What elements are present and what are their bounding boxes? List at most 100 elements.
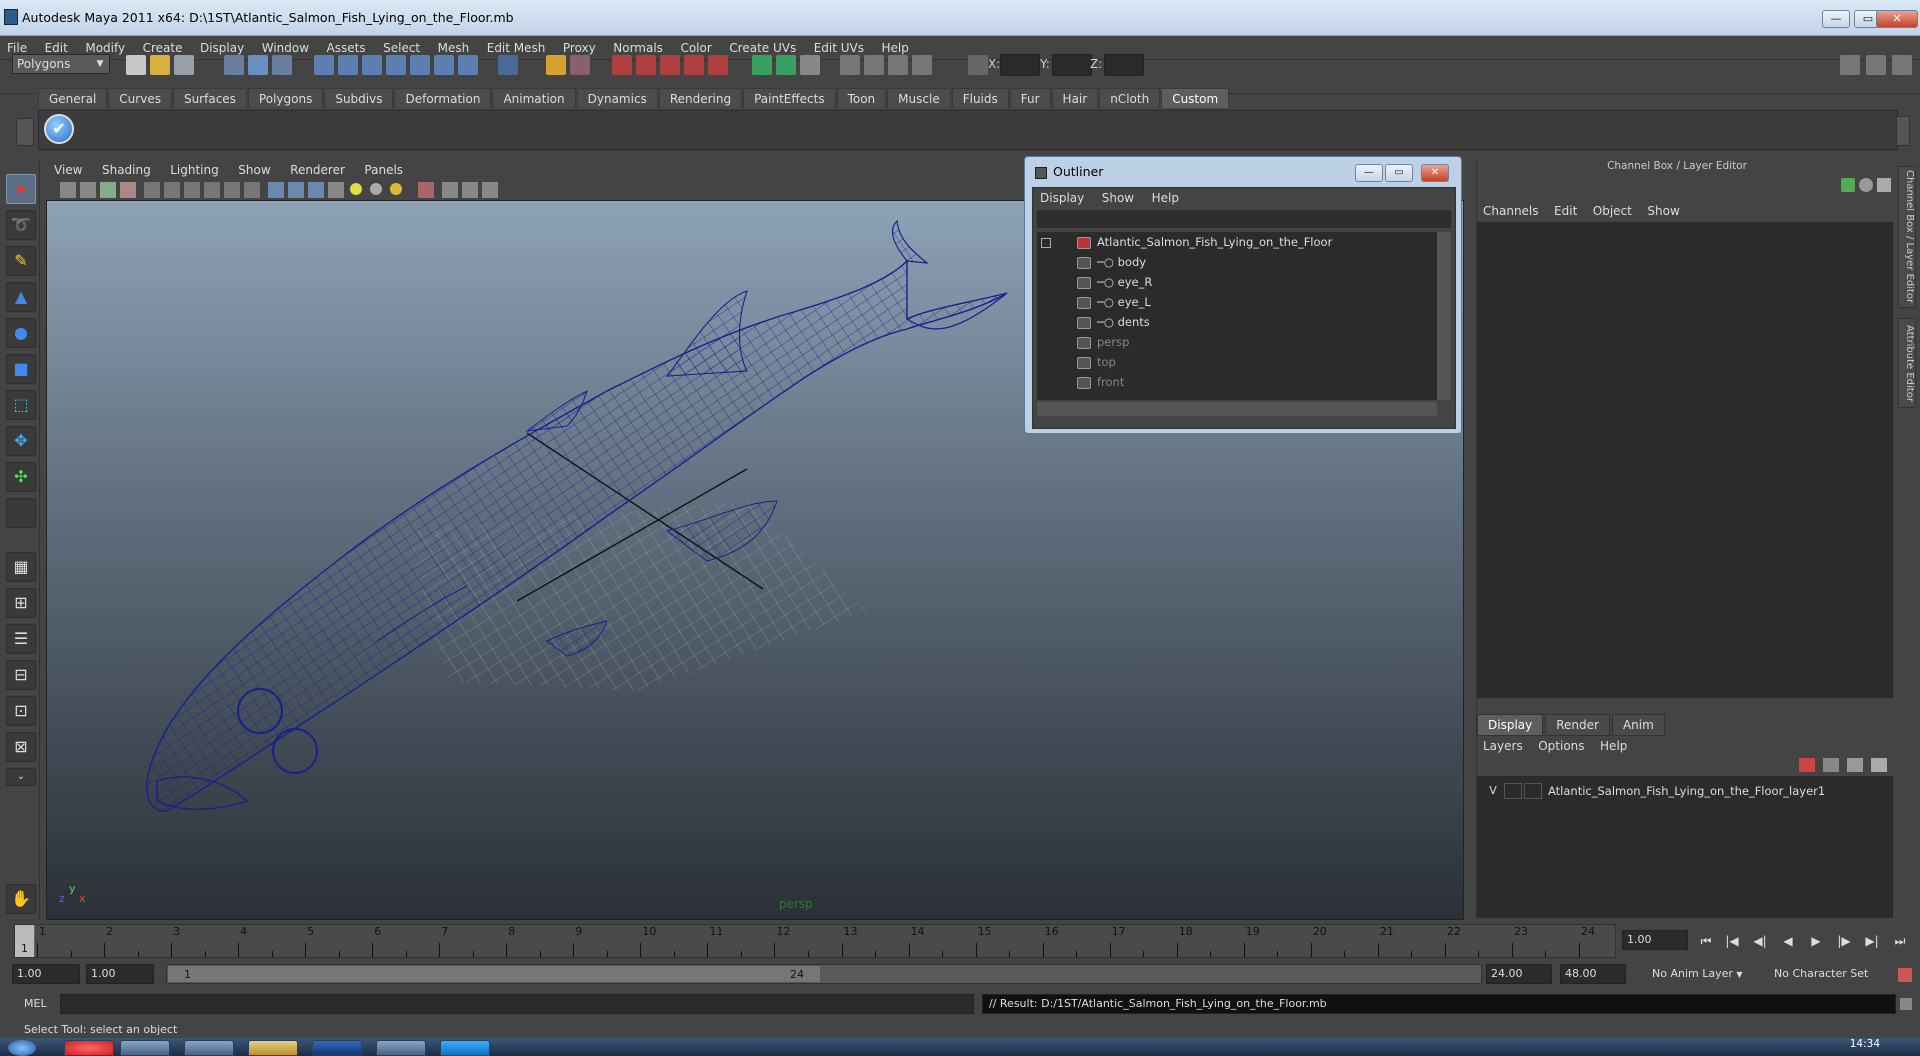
settings-icon[interactable] [1859, 178, 1873, 192]
xray-joints-icon[interactable] [462, 182, 478, 198]
move-tool[interactable]: ▲ [6, 282, 36, 312]
film-gate-icon[interactable] [164, 182, 180, 198]
ipr-render-icon[interactable] [636, 55, 656, 75]
shelf-tab-general[interactable]: General [38, 88, 108, 108]
new-empty-layer-icon[interactable] [1799, 758, 1815, 772]
playback-start-field[interactable]: 1.00 [86, 964, 154, 984]
channel-menu-edit[interactable]: Edit [1548, 202, 1583, 220]
lock-icon[interactable] [546, 55, 566, 75]
shelf-tab-rendering[interactable]: Rendering [658, 88, 743, 108]
character-set-dropdown[interactable]: No Character Set [1770, 964, 1890, 984]
shelf-tab-fluids[interactable]: Fluids [951, 88, 1009, 108]
script-editor-icon[interactable] [1900, 998, 1912, 1010]
help-query-icon[interactable] [498, 55, 518, 75]
step-back-key-button[interactable]: |◀ [1722, 932, 1742, 950]
hypershade-icon[interactable] [684, 55, 704, 75]
time-slider[interactable]: 1 1 2 3 4 5 6 7 8 9 10 11 12 13 14 15 16 17 18 19 20 21 22 23 2… [14, 924, 1616, 958]
shelf-tab-custom[interactable]: Custom [1161, 88, 1230, 108]
outliner-menu-help[interactable]: Help [1145, 188, 1186, 208]
play-forward-button[interactable]: ▶ [1806, 932, 1826, 950]
checkmark-icon[interactable]: ✔ [44, 114, 74, 144]
scale-tool[interactable]: ■ [6, 354, 36, 384]
layer-playback-toggle[interactable] [1504, 783, 1522, 799]
key-icon[interactable] [1841, 178, 1855, 192]
outliner-vertical-scrollbar[interactable] [1437, 232, 1451, 400]
high-quality-icon[interactable] [390, 183, 402, 195]
render-view-icon[interactable] [708, 55, 728, 75]
layer-menu-layers[interactable]: Layers [1477, 736, 1529, 756]
light-icon[interactable] [888, 55, 908, 75]
current-frame-marker[interactable]: 1 [15, 925, 35, 957]
snap-plane-icon[interactable] [386, 55, 406, 75]
shelf-tab-painteffects[interactable]: PaintEffects [743, 88, 836, 108]
outliner-maximize-button[interactable]: ▭ [1385, 164, 1413, 182]
history-icon[interactable] [434, 55, 454, 75]
safe-action-icon[interactable] [244, 182, 260, 198]
layout-four-button[interactable]: ⊞ [6, 588, 36, 618]
layer-tab-display[interactable]: Display [1477, 714, 1544, 736]
use-lights-icon[interactable] [350, 183, 362, 195]
outliner-minimize-button[interactable]: — [1355, 164, 1383, 182]
viewport-menu-renderer[interactable]: Renderer [282, 160, 353, 180]
go-to-end-button[interactable]: ⏭ [1890, 932, 1910, 950]
mel-label[interactable]: MEL [10, 994, 60, 1014]
layer-row[interactable]: V Atlantic_Salmon_Fish_Lying_on_the_Floo… [1478, 781, 1892, 801]
shelf-tab-fur[interactable]: Fur [1009, 88, 1051, 108]
shelf-tab-curves[interactable]: Curves [108, 88, 172, 108]
shelf-tab-dynamics[interactable]: Dynamics [576, 88, 658, 108]
outliner-item-dents[interactable]: ─○ dents [1077, 312, 1150, 332]
shadows-icon[interactable] [370, 183, 382, 195]
taskbar-app2-icon[interactable] [376, 1040, 426, 1056]
show-manipulator-tool[interactable]: ✣ [6, 462, 36, 492]
snap-live-icon[interactable] [410, 55, 430, 75]
taskbar-explorer-icon[interactable] [248, 1040, 298, 1056]
snap-point-icon[interactable] [362, 55, 382, 75]
select-hierarchy-icon[interactable] [224, 55, 244, 75]
shelf-tab-toon[interactable]: Toon [836, 88, 887, 108]
xray-icon[interactable] [442, 182, 458, 198]
render-settings-icon[interactable] [660, 55, 680, 75]
viewport-menu-lighting[interactable]: Lighting [162, 160, 227, 180]
animation-end-field[interactable]: 48.00 [1560, 964, 1626, 984]
z-field[interactable] [1104, 54, 1144, 76]
viewport-menu-shading[interactable]: Shading [94, 160, 159, 180]
wireframe-icon[interactable] [268, 182, 284, 198]
toggle-tool-settings-icon[interactable] [1866, 55, 1886, 75]
quick-layout-button[interactable]: ✋ [6, 884, 36, 914]
x-field[interactable] [1000, 54, 1040, 76]
shelf-tab-muscle[interactable]: Muscle [887, 88, 951, 108]
close-button[interactable]: ✕ [1876, 10, 1918, 28]
pin-icon[interactable] [1877, 178, 1891, 192]
outliner-item-root[interactable]: Atlantic_Salmon_Fish_Lying_on_the_Floor [1041, 232, 1332, 252]
bookmark-icon[interactable] [100, 182, 116, 198]
collapse-icon[interactable] [1041, 237, 1051, 248]
textured-icon[interactable] [328, 182, 344, 198]
anim-layer-dropdown[interactable]: No Anim Layer ▼ [1648, 964, 1754, 984]
toggle-channel-box-icon[interactable] [1892, 55, 1912, 75]
step-back-frame-button[interactable]: ◀| [1750, 932, 1770, 950]
outliner-item-eye-l[interactable]: ─○ eye_L [1077, 292, 1151, 312]
construction-icon[interactable] [458, 55, 478, 75]
outliner-item-persp[interactable]: persp [1077, 332, 1129, 352]
camera-icon[interactable] [840, 55, 860, 75]
outliner-menu-show[interactable]: Show [1095, 188, 1141, 208]
shelf-tab-surfaces[interactable]: Surfaces [172, 88, 247, 108]
select-component-icon[interactable] [272, 55, 292, 75]
outliner-item-eye-r[interactable]: ─○ eye_R [1077, 272, 1152, 292]
shelf-tab-ncloth[interactable]: nCloth [1099, 88, 1161, 108]
snap-grid-icon[interactable] [314, 55, 334, 75]
range-slider-handle[interactable]: 1 24 [167, 965, 821, 983]
range-slider[interactable]: 1 24 [166, 964, 1482, 984]
channel-menu-show[interactable]: Show [1641, 202, 1685, 220]
outliner-horizontal-scrollbar[interactable] [1037, 402, 1437, 416]
layout-outliner-button[interactable]: ☰ [6, 624, 36, 654]
grid-toggle-icon[interactable] [144, 182, 160, 198]
step-forward-key-button[interactable]: ▶| [1862, 932, 1882, 950]
move-up-layer-icon[interactable] [1847, 758, 1863, 772]
wireframe-on-shaded-icon[interactable] [308, 182, 324, 198]
new-scene-icon[interactable] [126, 55, 146, 75]
layout-single-button[interactable]: ▦ [6, 552, 36, 582]
render-current-icon[interactable] [612, 55, 632, 75]
dynamics-icon[interactable] [912, 55, 932, 75]
layout-graph-button[interactable]: ⊟ [6, 660, 36, 690]
